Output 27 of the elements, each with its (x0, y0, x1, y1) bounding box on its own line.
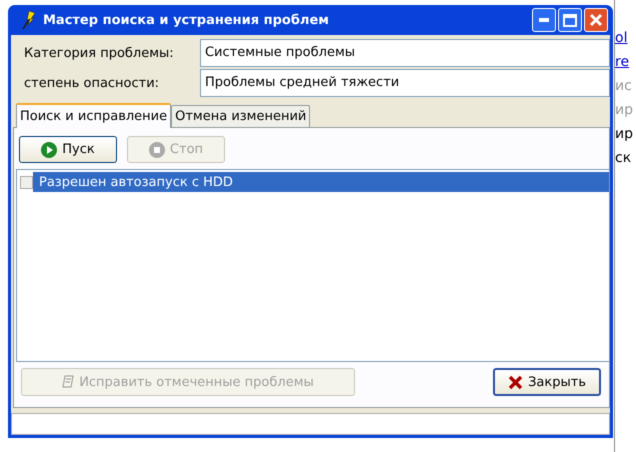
maximize-icon (563, 14, 578, 26)
minimize-icon (539, 18, 550, 22)
background-link[interactable]: re (615, 52, 636, 72)
checkbox[interactable] (20, 176, 33, 188)
close-button[interactable] (584, 8, 608, 32)
window-title: Мастер поиска и устранения проблем (42, 12, 330, 28)
field-label: степень опасности: (22, 76, 160, 90)
text-field[interactable]: Проблемы средней тяжести (200, 69, 610, 97)
play-icon (41, 142, 58, 158)
close-icon (508, 374, 524, 390)
tab[interactable]: Поиск и исправление (16, 103, 172, 128)
maximize-button[interactable] (558, 8, 582, 32)
text-field[interactable]: Системные проблемы (200, 39, 610, 67)
tab[interactable]: Отмена изменений (171, 105, 310, 127)
close-icon (589, 13, 604, 27)
background-text: ир (615, 125, 634, 144)
scroll-icon (62, 375, 74, 389)
close-dialog-button[interactable]: Закрыть (493, 368, 602, 396)
background-text: ис (615, 77, 633, 96)
minimize-button[interactable] (532, 8, 556, 32)
background-text: ск (615, 149, 632, 168)
background-link[interactable]: ol (615, 28, 636, 48)
field-label: Категория проблемы: (22, 46, 175, 60)
stop-icon (148, 142, 165, 158)
background-text: ир (615, 101, 634, 120)
start-button[interactable]: Пуск (18, 136, 117, 163)
item-label: Разрешен автозапуск с HDD (38, 174, 233, 190)
